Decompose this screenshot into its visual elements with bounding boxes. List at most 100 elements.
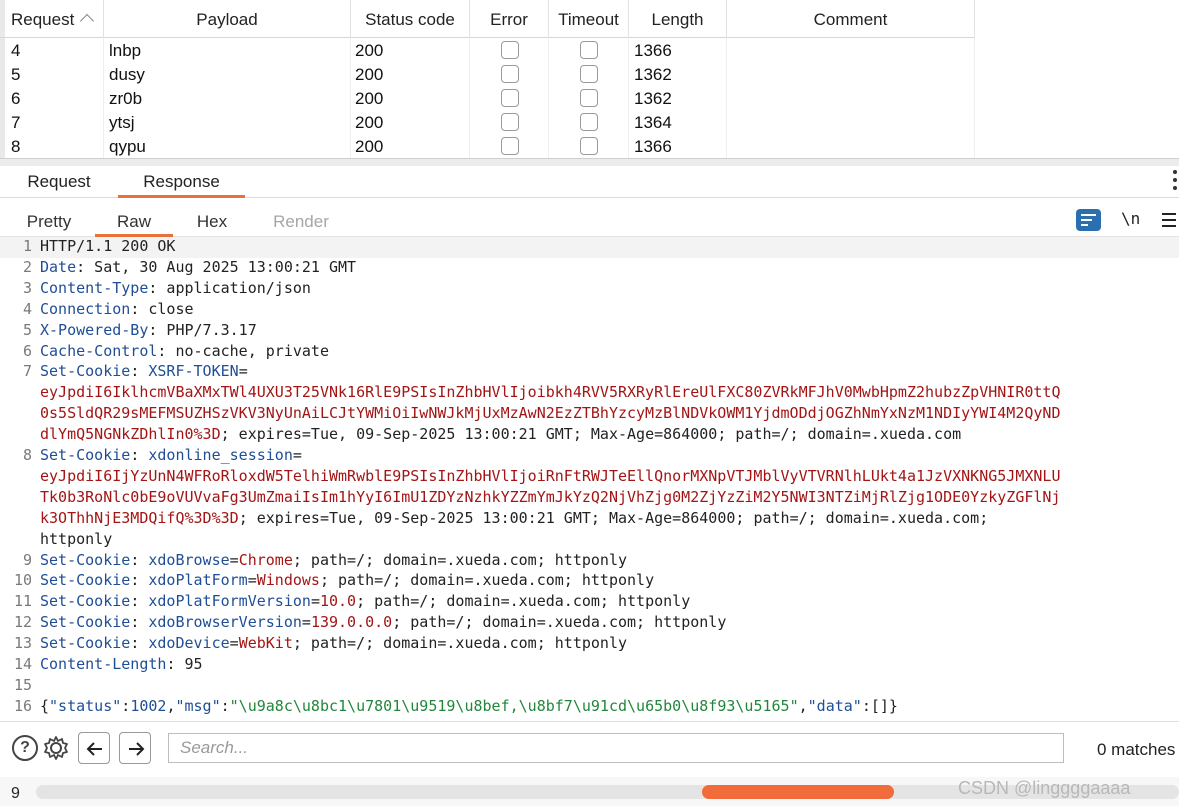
json-key: "msg" (175, 697, 221, 715)
error-checkbox[interactable] (501, 137, 519, 155)
header-name: X-Powered-By (40, 321, 149, 339)
menu-icon[interactable] (1162, 213, 1176, 231)
cell-payload: qypu (104, 134, 351, 158)
line-number: 14 (13, 655, 32, 673)
cookie-name: xdoDevice (148, 634, 230, 652)
timeout-checkbox[interactable] (580, 89, 598, 107)
column-header-error[interactable]: Error (470, 0, 549, 38)
response-line: Tk0b3RoNlc0bE9oVUVvaFg3UmZmaiIsIm1hYyI6I… (0, 488, 1179, 509)
line-content: Set-Cookie: xdoPlatForm=Windows; path=/;… (40, 571, 655, 589)
error-checkbox[interactable] (501, 41, 519, 59)
cookie-attributes: httponly (40, 530, 113, 548)
header-value: 95 (175, 655, 203, 673)
cookie-attributes: ; path=/; domain=.xueda.com; httponly (292, 634, 628, 652)
timeout-checkbox[interactable] (580, 137, 598, 155)
table-row[interactable]: 8 qypu 200 1366 (0, 134, 975, 158)
cell-request: 7 (0, 110, 104, 134)
gear-icon[interactable] (42, 734, 70, 767)
cookie-value: eyJpdiI6IjYzUnN4WFRoRloxdW5TelhiWmRwblE9… (40, 467, 1061, 485)
line-content: Set-Cookie: xdoBrowserVersion=139.0.0.0;… (40, 613, 727, 631)
tab-request[interactable]: Request (13, 166, 105, 198)
cell-status: 200 (351, 134, 470, 158)
table-header: Request Payload Status code Error Timeou… (0, 0, 975, 38)
line-content: Set-Cookie: xdoDevice=WebKit; path=/; do… (40, 634, 628, 652)
line-content: Connection: close (40, 300, 194, 318)
timeout-cell (549, 62, 629, 86)
cell-request: 4 (0, 38, 104, 62)
cell-payload: lnbp (104, 38, 351, 62)
error-cell (470, 110, 549, 134)
tab-pretty[interactable]: Pretty (15, 199, 83, 237)
cookie-attributes: ; expires=Tue, 09-Sep-2025 13:00:21 GMT;… (238, 509, 989, 527)
error-checkbox[interactable] (501, 113, 519, 131)
line-content: Set-Cookie: xdoPlatFormVersion=10.0; pat… (40, 592, 691, 610)
line-number: 12 (13, 613, 32, 631)
cookie-value: 10.0 (319, 592, 357, 610)
column-header-timeout[interactable]: Timeout (549, 0, 629, 38)
column-header-request[interactable]: Request (0, 0, 104, 38)
line-content: 0s5SldQR29sMEFMSUZHSzVKV3NyUnAiLCJtYWMiO… (40, 404, 1060, 422)
table-row[interactable]: 4 lnbp 200 1366 (0, 38, 975, 62)
sort-ascending-icon (80, 13, 95, 29)
line-content: k3OThhNjE3MDQifQ%3D%3D; expires=Tue, 09-… (40, 509, 988, 527)
line-content: Set-Cookie: xdonline_session= (40, 446, 302, 464)
json-key: "status" (49, 697, 122, 715)
cell-length: 1366 (629, 38, 727, 62)
json-colon: : (220, 697, 230, 715)
timeout-checkbox[interactable] (580, 113, 598, 131)
response-line: 4 Connection: close (0, 300, 1179, 321)
tab-hex[interactable]: Hex (182, 199, 242, 237)
cell-length: 1366 (629, 134, 727, 158)
line-content: HTTP/1.1 200 OK (40, 237, 175, 255)
timeout-checkbox[interactable] (580, 65, 598, 83)
line-content: Content-Length: 95 (40, 655, 203, 673)
error-checkbox[interactable] (501, 65, 519, 83)
vertical-dots-icon[interactable] (1173, 170, 1179, 194)
line-content: Date: Sat, 30 Aug 2025 13:00:21 GMT (40, 258, 357, 276)
response-line: k3OThhNjE3MDQifQ%3D%3D; expires=Tue, 09-… (0, 509, 1179, 530)
column-header-length[interactable]: Length (629, 0, 727, 38)
response-line: 9 Set-Cookie: xdoBrowse=Chrome; path=/; d… (0, 551, 1179, 572)
pane-divider[interactable] (0, 158, 1179, 166)
cell-payload: dusy (104, 62, 351, 86)
header-name: Set-Cookie (40, 613, 131, 631)
table-row[interactable]: 5 dusy 200 1362 (0, 62, 975, 86)
arrow-left-icon[interactable] (78, 732, 110, 764)
line-number: 4 (22, 300, 32, 318)
arrow-right-icon[interactable] (119, 732, 151, 764)
line-number: 10 (13, 571, 32, 589)
header-name: Content-Length (40, 655, 167, 673)
column-header-payload[interactable]: Payload (104, 0, 351, 38)
tab-raw[interactable]: Raw (95, 199, 173, 237)
help-icon[interactable]: ? (12, 735, 38, 761)
header-name: Connection (40, 300, 131, 318)
timeout-cell (549, 86, 629, 110)
wrap-lines-icon[interactable] (1076, 209, 1101, 231)
cell-comment (727, 62, 975, 86)
newline-toggle-button[interactable]: \n (1121, 209, 1140, 228)
response-line: 11 Set-Cookie: xdoPlatFormVersion=10.0; p… (0, 592, 1179, 613)
line-content: X-Powered-By: PHP/7.3.17 (40, 321, 257, 339)
timeout-cell (549, 110, 629, 134)
cell-comment (727, 38, 975, 62)
cookie-value: dlYmQ5NGNkZDhlIn0%3D (40, 425, 221, 443)
response-line: 16 {"status":1002,"msg":"\u9a8c\u8bc1\u78… (0, 697, 1179, 718)
scrollbar-thumb[interactable] (702, 785, 894, 799)
raw-response-editor[interactable]: 1 HTTP/1.1 200 OK 2 Date: Sat, 30 Aug 2025 … (0, 237, 1179, 721)
table-row[interactable]: 7 ytsj 200 1364 (0, 110, 975, 134)
header-name: Set-Cookie (40, 571, 131, 589)
line-number: 8 (22, 446, 32, 464)
cookie-name: XSRF-TOKEN (148, 362, 239, 380)
search-input[interactable] (168, 733, 1064, 763)
table-row[interactable]: 6 zr0b 200 1362 (0, 86, 975, 110)
tab-response[interactable]: Response (118, 166, 245, 198)
line-content: eyJpdiI6IklhcmVBaXMxTWl4UXU3T25VNk16RlE9… (40, 383, 1060, 401)
cell-comment (727, 134, 975, 158)
error-checkbox[interactable] (501, 89, 519, 107)
column-header-comment[interactable]: Comment (727, 0, 975, 38)
line-content: httponly (40, 530, 112, 548)
column-header-status-code[interactable]: Status code (351, 0, 470, 38)
timeout-checkbox[interactable] (580, 41, 598, 59)
cookie-value: 0s5SldQR29sMEFMSUZHSzVKV3NyUnAiLCJtYWMiO… (40, 404, 1061, 422)
error-cell (470, 86, 549, 110)
